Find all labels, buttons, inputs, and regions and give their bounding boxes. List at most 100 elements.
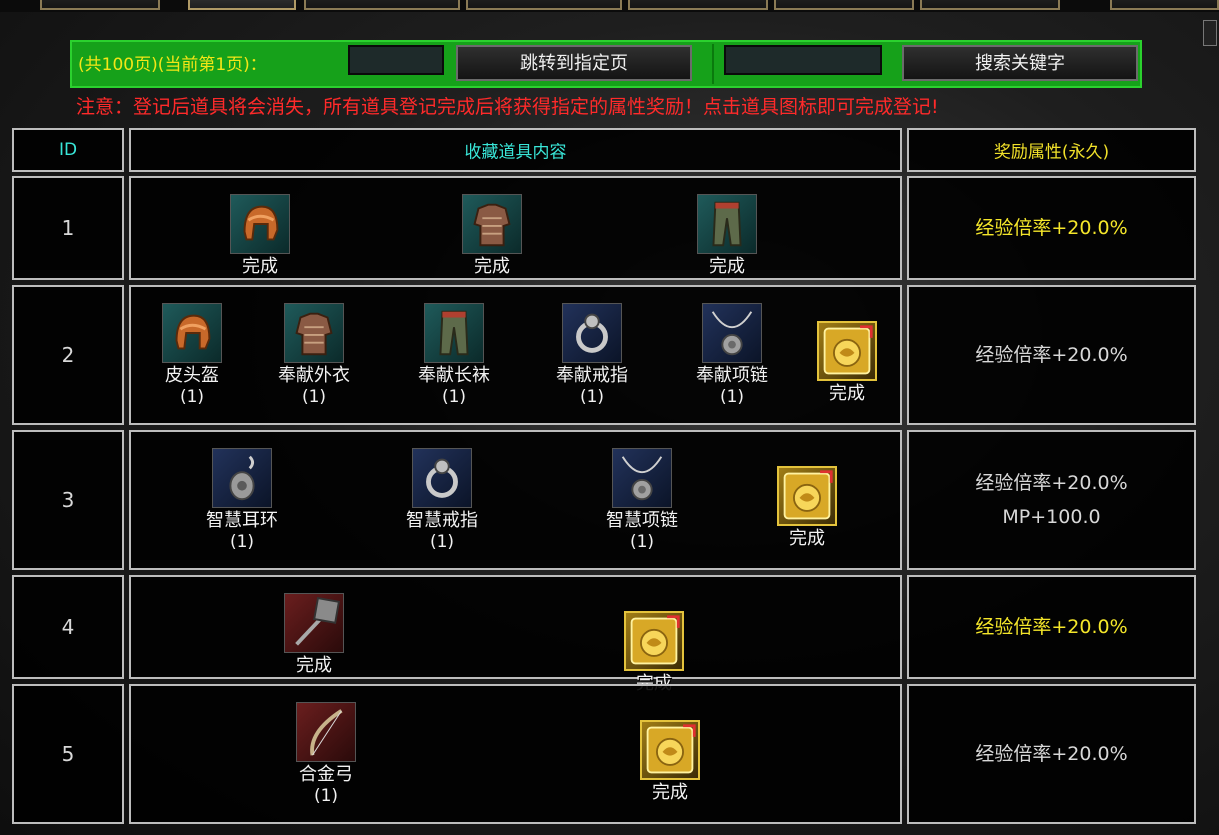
pagination-search-bar: (共100页)(当前第1页)： 跳转到指定页 搜索关键字: [70, 40, 1142, 88]
item-count: (1): [301, 387, 327, 407]
reward-line: MP+100.0: [1002, 506, 1101, 528]
item-count: (1): [629, 532, 655, 552]
collection-item[interactable]: 完成: [610, 720, 730, 830]
header-reward: 奖励属性(永久): [993, 142, 1110, 163]
item-label: 智慧戒指: [406, 510, 478, 531]
tab-8[interactable]: [1110, 0, 1219, 10]
tab-6[interactable]: [774, 0, 914, 10]
row-content-cell: 智慧耳环 (1) 智慧戒指 (1) 智慧项链 (1) 完成: [129, 430, 902, 570]
gold-reward-icon[interactable]: [624, 611, 684, 671]
item-label: 智慧耳环: [206, 510, 278, 531]
row-id-cell: 2: [12, 285, 124, 425]
header-content: 收藏道具内容: [464, 142, 567, 163]
reward-line: 经验倍率+20.0%: [975, 616, 1128, 638]
collection-item[interactable]: 奉献长袜 (1): [394, 303, 514, 413]
item-label: 奉献外衣: [278, 365, 350, 386]
tab-4[interactable]: [466, 0, 622, 10]
search-keyword-button[interactable]: 搜索关键字: [902, 45, 1138, 81]
item-label: 智慧项链: [606, 510, 678, 531]
row-id: 4: [61, 615, 75, 639]
armor-icon[interactable]: [462, 194, 522, 254]
collection-item[interactable]: 智慧项链 (1): [582, 448, 702, 558]
reward-text: 经验倍率+20.0%: [909, 211, 1194, 245]
necklace-icon[interactable]: [612, 448, 672, 508]
reward-line: 经验倍率+20.0%: [975, 472, 1128, 494]
collection-item[interactable]: 智慧耳环 (1): [182, 448, 302, 558]
bow-icon[interactable]: [296, 702, 356, 762]
collection-item[interactable]: 皮头盔 (1): [132, 303, 252, 413]
collection-item[interactable]: 奉献外衣 (1): [254, 303, 374, 413]
pants-icon[interactable]: [697, 194, 757, 254]
ring-icon[interactable]: [412, 448, 472, 508]
collection-item[interactable]: 完成: [787, 321, 907, 431]
page-info-label: (共100页)(当前第1页)：: [78, 55, 267, 75]
jump-to-page-button[interactable]: 跳转到指定页: [456, 45, 692, 81]
item-label: 完成: [296, 655, 332, 676]
item-count: (1): [441, 387, 467, 407]
side-scroll-handle[interactable]: [1203, 20, 1217, 46]
header-content-cell: 收藏道具内容: [129, 128, 902, 172]
row-reward-cell: 经验倍率+20.0%: [907, 176, 1196, 280]
collection-item[interactable]: 奉献戒指 (1): [532, 303, 652, 413]
row-id-cell: 4: [12, 575, 124, 679]
item-label: 完成: [709, 256, 745, 277]
collection-item[interactable]: 合金弓 (1): [266, 702, 386, 812]
reward-line: 经验倍率+20.0%: [975, 217, 1128, 239]
item-label: 合金弓: [299, 764, 353, 785]
item-count: (1): [313, 786, 339, 806]
gold-reward-icon[interactable]: [777, 466, 837, 526]
item-count: (1): [179, 387, 205, 407]
row-id-cell: 3: [12, 430, 124, 570]
reward-line: 经验倍率+20.0%: [975, 743, 1128, 765]
bar-divider: [712, 44, 714, 84]
helmet-icon[interactable]: [230, 194, 290, 254]
reward-text: 经验倍率+20.0%: [909, 338, 1194, 372]
item-label: 完成: [789, 528, 825, 549]
item-count: (1): [429, 532, 455, 552]
earring-icon[interactable]: [212, 448, 272, 508]
row-reward-cell: 经验倍率+20.0%: [907, 684, 1196, 824]
reward-text: 经验倍率+20.0%: [909, 737, 1194, 771]
tab-5[interactable]: [628, 0, 768, 10]
tab-7[interactable]: [920, 0, 1060, 10]
header-id-cell: ID: [12, 128, 124, 172]
tab-2[interactable]: [188, 0, 296, 10]
row-id: 5: [61, 742, 75, 766]
tab-bar: [0, 0, 1219, 12]
row-reward-cell: 经验倍率+20.0%: [907, 575, 1196, 679]
staff-icon[interactable]: [284, 593, 344, 653]
row-id-cell: 5: [12, 684, 124, 824]
collection-item[interactable]: 完成: [747, 466, 867, 576]
row-id: 1: [61, 216, 75, 240]
item-label: 完成: [829, 383, 865, 404]
item-count: (1): [229, 532, 255, 552]
gold-reward-icon[interactable]: [640, 720, 700, 780]
collection-item[interactable]: 智慧戒指 (1): [382, 448, 502, 558]
row-content-cell: 合金弓 (1) 完成: [129, 684, 902, 824]
page-number-input[interactable]: [348, 45, 444, 75]
keyword-input[interactable]: [724, 45, 882, 75]
registration-notice: 注意：登记后道具将会消失，所有道具登记完成后将获得指定的属性奖励！点击道具图标即…: [76, 96, 939, 118]
ring-icon[interactable]: [562, 303, 622, 363]
row-reward-cell: 经验倍率+20.0% MP+100.0: [907, 430, 1196, 570]
armor-icon[interactable]: [284, 303, 344, 363]
header-reward-cell: 奖励属性(永久): [907, 128, 1196, 172]
tab-1[interactable]: [40, 0, 160, 10]
item-label: 奉献戒指: [556, 365, 628, 386]
row-content-cell: 完成 完成 完成: [129, 176, 902, 280]
item-label: 完成: [652, 782, 688, 803]
reward-text: 经验倍率+20.0% MP+100.0: [909, 466, 1194, 534]
item-count: (1): [579, 387, 605, 407]
row-content-cell: 皮头盔 (1) 奉献外衣 (1) 奉献长袜 (1) 奉献戒指 (1) 奉献项链 (1) 完成: [129, 285, 902, 425]
gold-reward-icon[interactable]: [817, 321, 877, 381]
reward-text: 经验倍率+20.0%: [909, 610, 1194, 644]
tab-3[interactable]: [304, 0, 460, 10]
item-label: 奉献长袜: [418, 365, 490, 386]
pants-icon[interactable]: [424, 303, 484, 363]
reward-line: 经验倍率+20.0%: [975, 344, 1128, 366]
helmet-icon[interactable]: [162, 303, 222, 363]
item-label: 完成: [474, 256, 510, 277]
necklace-icon[interactable]: [702, 303, 762, 363]
row-content-cell: 完成完成: [129, 575, 902, 694]
row-id: 3: [61, 488, 75, 512]
